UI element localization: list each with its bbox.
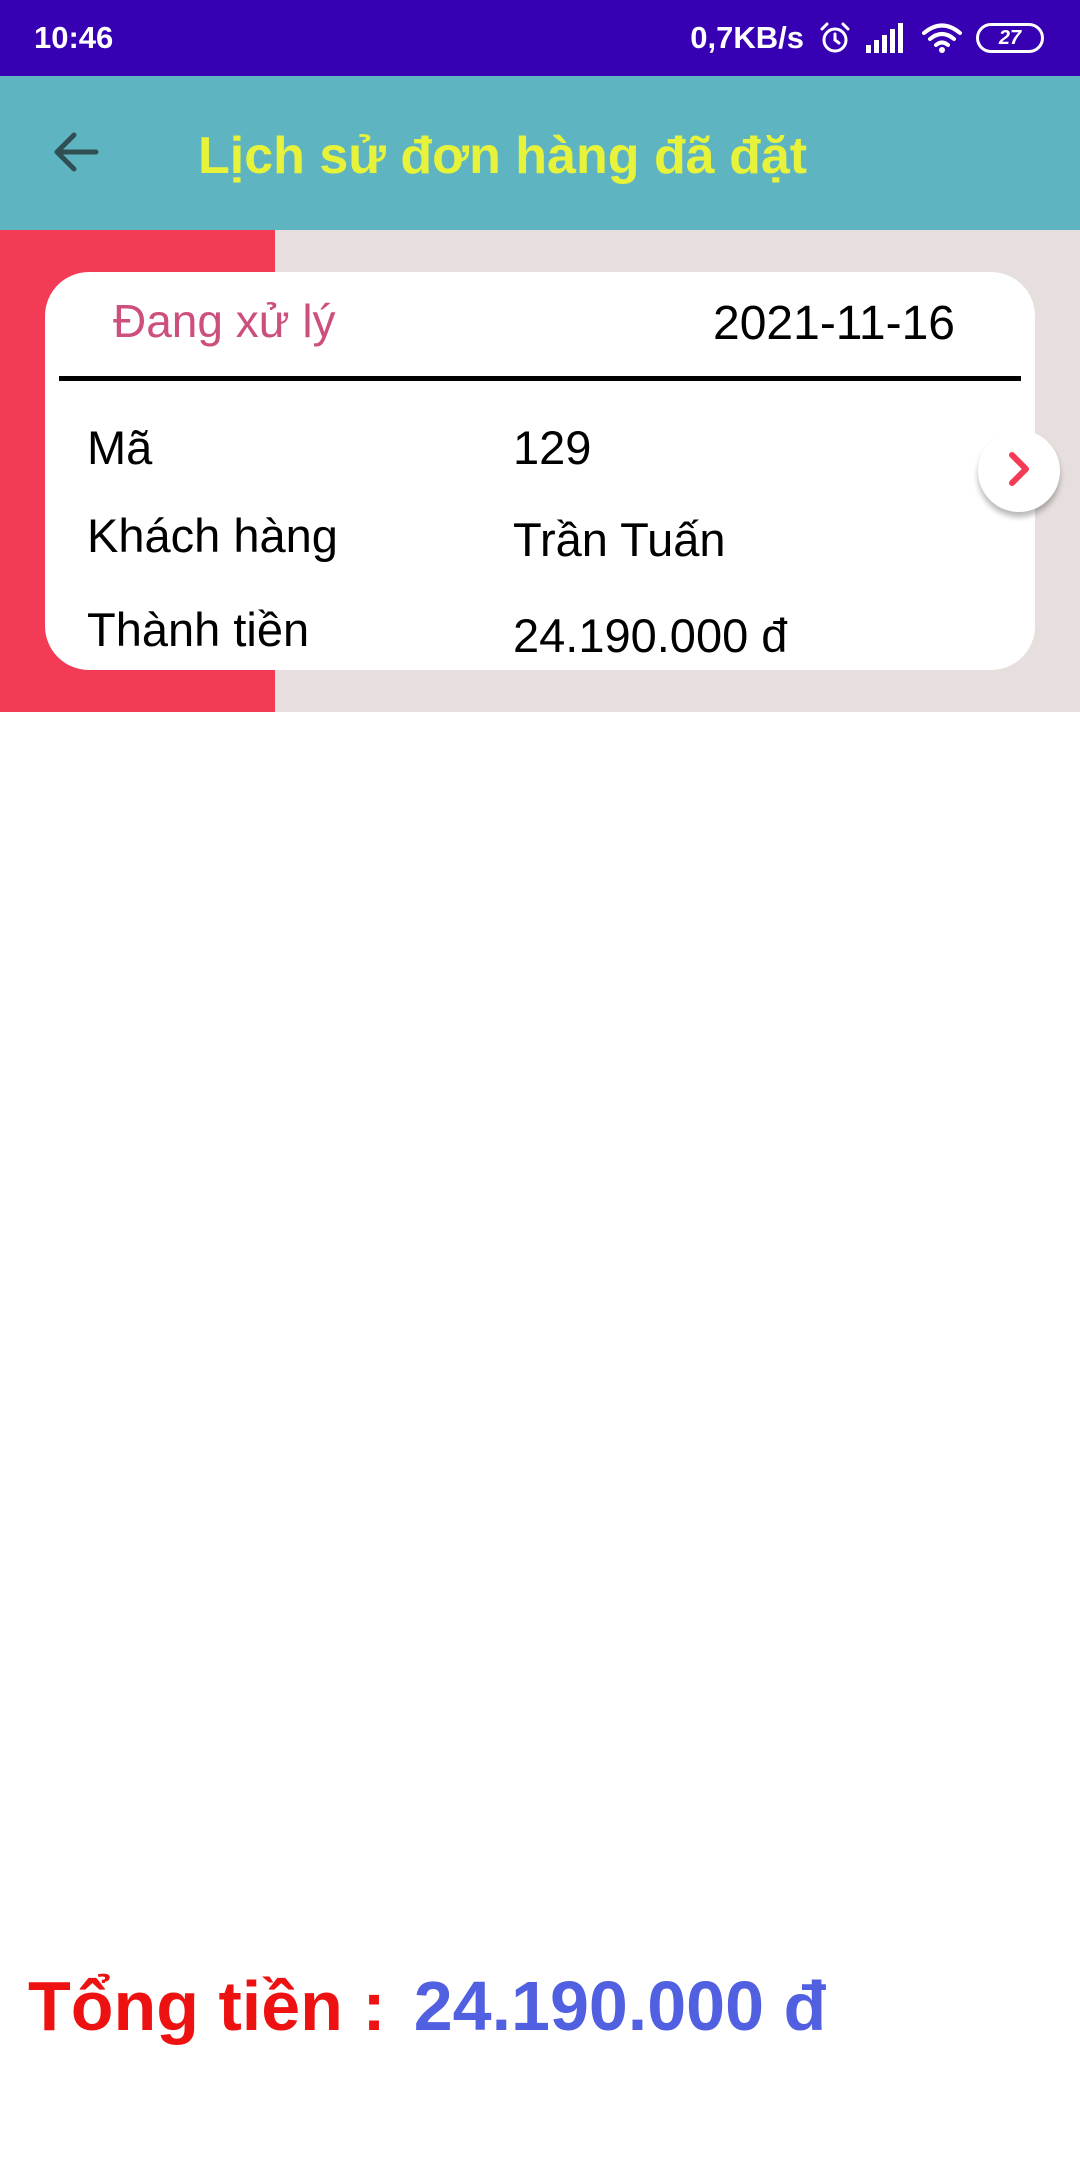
order-id-value: 129 bbox=[513, 421, 592, 474]
order-id-label: Mã bbox=[87, 421, 153, 474]
order-date: 2021-11-16 bbox=[713, 297, 955, 350]
battery-level: 27 bbox=[998, 26, 1022, 49]
customer-label: Khách hàng bbox=[87, 509, 338, 562]
card-divider bbox=[59, 376, 1021, 381]
signal-icon bbox=[866, 23, 908, 53]
app-bar: Lịch sử đơn hàng đã đặt bbox=[0, 76, 1080, 230]
status-time: 10:46 bbox=[34, 20, 114, 55]
amount-value: 24.190.000 đ bbox=[513, 609, 788, 662]
chevron-right-icon bbox=[999, 447, 1039, 496]
customer-value: Trần Tuấn bbox=[513, 513, 726, 566]
total-value: 24.190.000 đ bbox=[413, 1967, 827, 2045]
wifi-icon bbox=[922, 22, 962, 54]
alarm-icon bbox=[818, 21, 852, 55]
back-button[interactable] bbox=[34, 112, 118, 196]
order-card[interactable]: Đang xử lý 2021-11-16 Mã 129 Khách hàng … bbox=[45, 272, 1035, 670]
amount-label: Thành tiền bbox=[87, 603, 310, 656]
status-bar: 10:46 0,7KB/s 27 bbox=[0, 0, 1080, 76]
order-detail-button[interactable] bbox=[978, 430, 1060, 512]
arrow-left-icon bbox=[50, 126, 102, 183]
total-label: Tổng tiền : bbox=[28, 1967, 386, 2045]
battery-icon: 27 bbox=[976, 23, 1044, 53]
order-list-item[interactable]: Đang xử lý 2021-11-16 Mã 129 Khách hàng … bbox=[0, 230, 1080, 712]
status-icons: 0,7KB/s 27 bbox=[690, 16, 1044, 60]
page-title: Lịch sử đơn hàng đã đặt bbox=[198, 127, 808, 185]
network-speed: 0,7KB/s bbox=[690, 20, 804, 55]
total-summary: Tổng tiền : 24.190.000 đ bbox=[28, 1966, 826, 2046]
order-status: Đang xử lý bbox=[113, 295, 336, 347]
